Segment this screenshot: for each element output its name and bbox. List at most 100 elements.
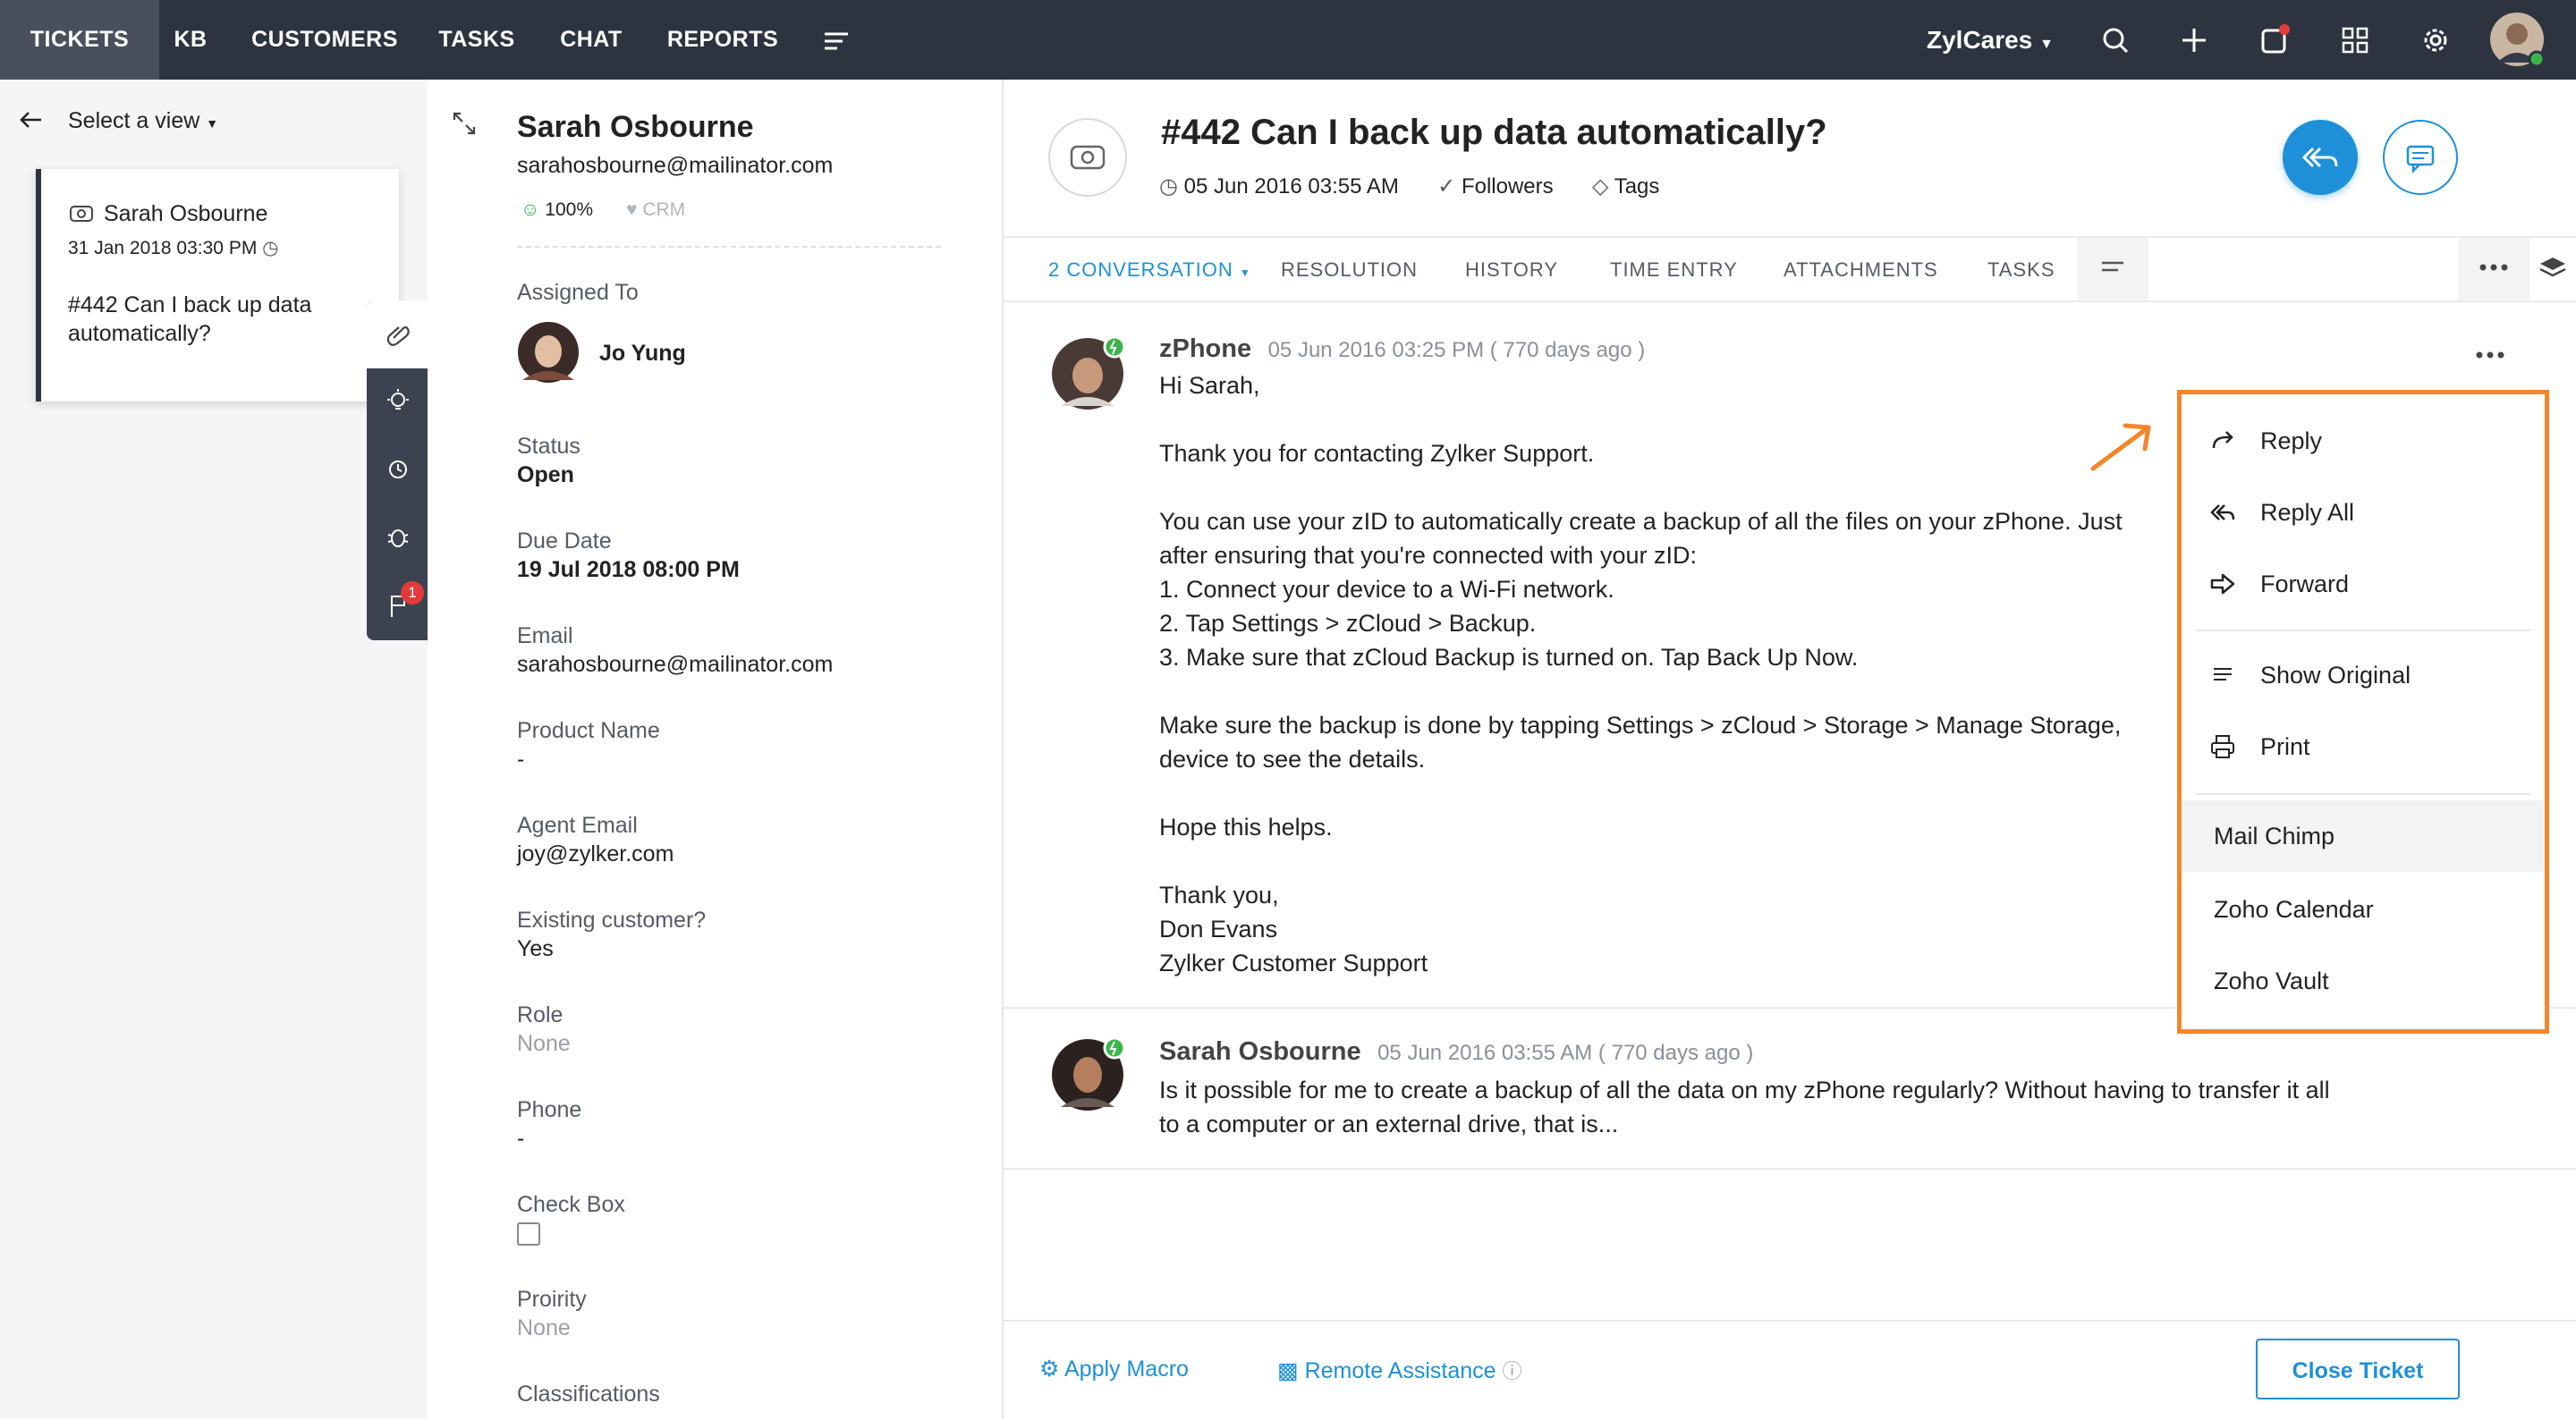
settings-icon[interactable] <box>2415 20 2456 61</box>
message-line: Hi Sarah, <box>1159 372 1260 399</box>
nav-tasks[interactable]: TASKS <box>435 0 519 80</box>
search-icon[interactable] <box>2095 20 2136 61</box>
crm-link[interactable]: ♥ CRM <box>626 199 685 221</box>
field-value-phone[interactable]: - <box>517 1126 524 1152</box>
field-label-phone: Phone <box>517 1097 582 1122</box>
attachment-icon[interactable] <box>385 320 411 347</box>
check-box[interactable] <box>517 1222 540 1246</box>
tags-label: Tags <box>1614 174 1660 199</box>
back-arrow-icon[interactable] <box>18 106 45 133</box>
field-value-status[interactable]: Open <box>517 462 574 488</box>
field-value-email[interactable]: sarahosbourne@mailinator.com <box>517 652 833 678</box>
reply-icon <box>2208 427 2237 455</box>
menu-item-reply[interactable]: Reply <box>2182 405 2545 477</box>
card-date: 31 Jan 2018 03:30 PM ◷ <box>68 237 279 259</box>
smiley-icon: ☺ <box>521 199 540 220</box>
check-circle-icon: ✓ <box>1437 174 1456 199</box>
field-label-status: Status <box>517 434 580 459</box>
nav-kb[interactable]: KB <box>168 0 213 80</box>
message-line: device to see the details. <box>1159 746 1426 773</box>
message-line: Make sure the backup is done by tapping … <box>1159 712 2122 739</box>
assignee-avatar[interactable] <box>517 321 580 384</box>
plus-icon[interactable] <box>2174 20 2215 61</box>
field-value-product-name[interactable]: - <box>517 747 524 773</box>
tabs-more-icon[interactable] <box>2077 238 2148 300</box>
field-label-classifications: Classifications <box>517 1382 660 1407</box>
bulb-icon[interactable] <box>385 388 411 415</box>
monitor-icon: ▩ <box>1277 1358 1299 1383</box>
field-label-existing-customer: Existing customer? <box>517 908 707 933</box>
avatar[interactable] <box>2488 11 2546 68</box>
flag-count-badge: 1 <box>401 581 424 604</box>
field-value-due-date[interactable]: 19 Jul 2018 08:00 PM <box>517 557 740 583</box>
followers-link[interactable]: ✓ Followers <box>1437 174 1553 199</box>
field-value-agent-email[interactable]: joy@zylker.com <box>517 841 674 867</box>
expand-icon[interactable] <box>451 110 478 137</box>
followers-label: Followers <box>1461 174 1554 199</box>
ticket-card[interactable]: Sarah Osbourne 31 Jan 2018 03:30 PM ◷ #4… <box>36 169 399 401</box>
nav-tickets[interactable]: TICKETS <box>0 0 159 80</box>
comment-button[interactable] <box>2383 120 2458 195</box>
message-line: Thank you for contacting Zylker Support. <box>1159 440 1595 467</box>
layers-icon[interactable] <box>2537 252 2569 284</box>
portal-switcher[interactable]: ZylCares ▼ <box>1927 0 2054 80</box>
field-label-priority: Proirity <box>517 1287 587 1312</box>
menu-item-show-original[interactable]: Show Original <box>2182 639 2545 711</box>
tab-conversation[interactable]: 2 CONVERSATION ▼ <box>1048 234 1251 306</box>
message-header: Sarah Osbourne 05 Jun 2016 03:55 AM ( 77… <box>1159 1037 1753 1067</box>
menu-item-label: Mail Chimp <box>2214 823 2335 849</box>
card-date-text: 31 Jan 2018 03:30 PM <box>68 238 258 258</box>
field-label-product-name: Product Name <box>517 718 660 743</box>
contact-name[interactable]: Sarah Osbourne <box>517 110 754 145</box>
notification-icon[interactable] <box>2254 20 2295 61</box>
message-line: Zylker Customer Support <box>1159 950 1428 976</box>
menu-item-mail-chimp[interactable]: Mail Chimp <box>2182 800 2545 872</box>
tags-link[interactable]: ◇ Tags <box>1592 174 1659 199</box>
message-line: You can use your zID to automatically cr… <box>1159 508 2123 535</box>
field-value-role[interactable]: None <box>517 1031 571 1057</box>
sender-avatar <box>1050 336 1125 411</box>
message-line: 3. Make sure that zCloud Backup is turne… <box>1159 644 1859 671</box>
assignee-name[interactable]: Jo Yung <box>599 341 686 367</box>
nav-chat[interactable]: CHAT <box>553 0 630 80</box>
menu-item-zoho-vault[interactable]: Zoho Vault <box>2182 945 2545 1017</box>
channel-phone-icon <box>1048 118 1127 197</box>
nav-reports[interactable]: REPORTS <box>665 0 780 80</box>
more-menu-icon[interactable] <box>816 20 857 61</box>
timer-icon: ◷ <box>262 238 279 258</box>
field-value-priority[interactable]: None <box>517 1315 571 1341</box>
message-more-icon[interactable] <box>2472 342 2508 368</box>
menu-item-label: Show Original <box>2260 662 2411 689</box>
message-sender: Sarah Osbourne <box>1159 1037 1361 1066</box>
field-label-agent-email: Agent Email <box>517 813 638 838</box>
contact-email[interactable]: sarahosbourne@mailinator.com <box>517 153 833 179</box>
history-icon[interactable] <box>385 456 411 483</box>
message-line: after ensuring that you're connected wit… <box>1159 542 1697 569</box>
close-ticket-button[interactable]: Close Ticket <box>2256 1339 2460 1399</box>
reply-all-button[interactable] <box>2283 120 2358 195</box>
menu-item-reply-all[interactable]: Reply All <box>2182 477 2545 548</box>
tab-tasks[interactable]: TASKS <box>1987 234 2055 306</box>
message-actions-menu: Reply Reply All Forward Show Original Pr… <box>2177 390 2549 1034</box>
apps-icon[interactable] <box>2334 20 2376 61</box>
ticket-list-pane: Select a view ▼ Sarah Osbourne 31 Jan 20… <box>0 80 428 1418</box>
apply-macro-link[interactable]: ⚙ Apply Macro <box>1039 1356 1189 1382</box>
field-value-existing-customer[interactable]: Yes <box>517 936 554 962</box>
menu-item-print[interactable]: Print <box>2182 711 2545 782</box>
tab-resolution[interactable]: RESOLUTION <box>1281 234 1418 306</box>
menu-item-forward[interactable]: Forward <box>2182 548 2545 620</box>
info-icon: ⓘ <box>1502 1360 1522 1382</box>
tab-attachments[interactable]: ATTACHMENTS <box>1784 234 1938 306</box>
ticket-date: 05 Jun 2016 03:55 AM <box>1183 174 1399 199</box>
chevron-down-icon: ▼ <box>2039 37 2054 52</box>
tab-time-entry[interactable]: TIME ENTRY <box>1610 234 1738 306</box>
nav-customers[interactable]: CUSTOMERS <box>249 0 401 80</box>
tab-history[interactable]: HISTORY <box>1465 234 1558 306</box>
more-options-icon[interactable] <box>2458 238 2529 300</box>
view-selector[interactable]: Select a view ▼ <box>68 108 218 134</box>
bug-icon[interactable] <box>385 524 411 551</box>
remote-assistance-link[interactable]: ▩ Remote Assistance ⓘ <box>1277 1356 1522 1384</box>
message-time: 05 Jun 2016 03:55 AM ( 770 days ago ) <box>1377 1041 1754 1065</box>
crm-icon: ♥ <box>626 199 638 220</box>
menu-item-zoho-calendar[interactable]: Zoho Calendar <box>2182 874 2545 945</box>
